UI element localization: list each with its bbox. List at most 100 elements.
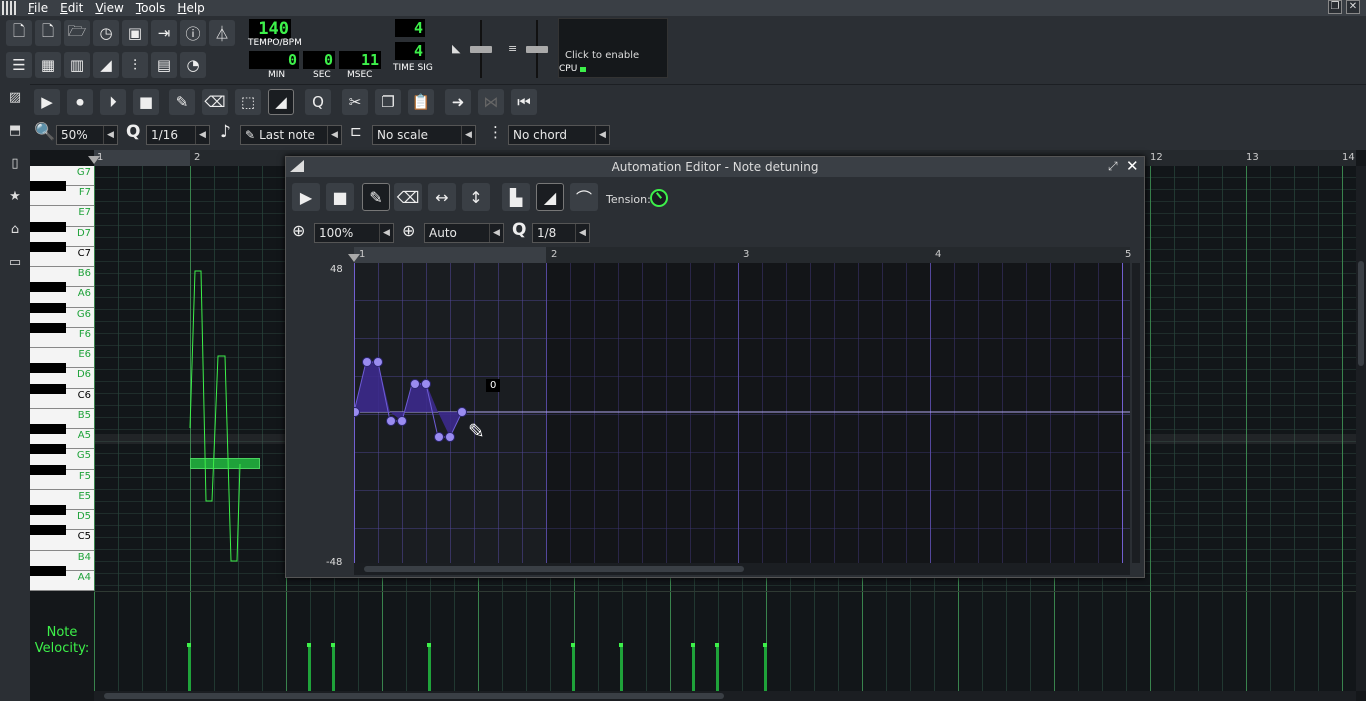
song-editor-button[interactable]: ☰: [6, 52, 32, 78]
root-directory-icon[interactable]: ▭: [5, 255, 25, 275]
menu-edit[interactable]: Edit: [54, 1, 89, 15]
automation-point[interactable]: [386, 416, 396, 426]
ae-play-button[interactable]: ▶: [292, 183, 320, 211]
ae-discrete-button[interactable]: ▙: [502, 183, 530, 211]
my-home-icon[interactable]: ⌂: [5, 222, 25, 242]
automation-point[interactable]: [354, 407, 360, 417]
master-pitch-slider[interactable]: ≡: [508, 20, 548, 78]
save-project-button[interactable]: ▣: [122, 20, 148, 46]
chord-combo[interactable]: No chord ◀: [508, 125, 610, 145]
open-project-button[interactable]: 🗁: [64, 20, 90, 46]
record-while-playing-button[interactable]: ⏵: [100, 89, 126, 115]
velocity-panel[interactable]: [94, 591, 1356, 692]
new-from-template-button[interactable]: 🗋: [35, 20, 61, 46]
play-button[interactable]: ▶: [34, 89, 60, 115]
piano-black-key[interactable]: [30, 525, 66, 536]
menu-file[interactable]: File: [22, 1, 54, 15]
maximize-icon[interactable]: ⤢: [1108, 159, 1118, 174]
automation-point[interactable]: [445, 432, 455, 442]
menu-tools[interactable]: Tools: [130, 1, 172, 15]
metronome-button[interactable]: ⏃: [209, 20, 235, 46]
pitch-bend-mode-button[interactable]: ◢: [268, 89, 294, 115]
ae-draw-button[interactable]: ✎: [362, 183, 390, 211]
automation-point[interactable]: [397, 416, 407, 426]
piano-black-key[interactable]: [30, 322, 66, 333]
piano-black-key[interactable]: [30, 383, 66, 394]
note-length-combo[interactable]: ✎ Last note ◀: [240, 125, 342, 145]
piano-black-key[interactable]: [30, 565, 66, 576]
menu-help[interactable]: Help: [171, 1, 210, 15]
velocity-bar[interactable]: [307, 643, 311, 692]
ae-flip-vertical-button[interactable]: ↕: [462, 183, 490, 211]
automation-point[interactable]: [362, 357, 372, 367]
follow-song-button[interactable]: ➜: [445, 89, 471, 115]
velocity-bar[interactable]: [763, 643, 767, 692]
velocity-bar[interactable]: [715, 643, 719, 692]
piano-black-key[interactable]: [30, 302, 66, 313]
instrument-plugins-icon[interactable]: ▨: [5, 90, 25, 110]
piano-black-key[interactable]: [30, 505, 66, 516]
ae-timeline[interactable]: [348, 247, 1130, 263]
ae-erase-button[interactable]: ⌫: [394, 183, 422, 211]
master-volume-slider[interactable]: ◣: [452, 20, 492, 78]
ae-linear-button[interactable]: ◢: [536, 183, 564, 211]
ae-flip-horizontal-button[interactable]: ↔: [428, 183, 456, 211]
piano-black-key[interactable]: [30, 464, 66, 475]
auto-scroll-button[interactable]: ⋈: [478, 89, 504, 115]
beat-editor-button[interactable]: ▦: [35, 52, 61, 78]
paste-button[interactable]: 📋: [408, 89, 434, 115]
ae-cubic-hermite-button[interactable]: ⌒: [570, 183, 598, 211]
project-notes-button[interactable]: ▤: [151, 52, 177, 78]
record-button[interactable]: ⏺: [67, 89, 93, 115]
export-button[interactable]: ⇥: [151, 20, 177, 46]
close-window-button[interactable]: ✕: [1346, 0, 1360, 14]
ae-vertical-scrollbar[interactable]: [1132, 263, 1140, 563]
controller-rack-button[interactable]: ◔: [180, 52, 206, 78]
close-icon[interactable]: ✕: [1126, 157, 1139, 175]
velocity-bar[interactable]: [691, 643, 695, 692]
quantize-button[interactable]: Q: [305, 89, 331, 115]
piano-keyboard[interactable]: G7 F7 E7 D7 C7 B6 A6 G6 F6 E6 D6 C6 B5 A5 G5 F5 E5 D5 C5 B4…: [30, 166, 94, 591]
ae-zoom-x-combo[interactable]: 100% ◀: [314, 223, 394, 243]
ae-zoom-y-combo[interactable]: Auto ◀: [424, 223, 504, 243]
time-sig-numerator[interactable]: 4: [395, 19, 425, 37]
cut-button[interactable]: ✂: [342, 89, 368, 115]
automation-point[interactable]: [457, 407, 467, 417]
tension-knob[interactable]: [650, 189, 668, 207]
menu-view[interactable]: View: [89, 1, 129, 15]
whats-this-button[interactable]: ⓘ: [180, 20, 206, 46]
automation-point[interactable]: [421, 379, 431, 389]
automation-point[interactable]: [410, 379, 420, 389]
my-projects-icon[interactable]: ⬒: [5, 123, 25, 143]
new-project-button[interactable]: 🗋: [6, 20, 32, 46]
restore-window-button[interactable]: ❐: [1328, 0, 1342, 14]
copy-button[interactable]: ❐: [375, 89, 401, 115]
horizontal-scrollbar[interactable]: [94, 691, 1356, 701]
tempo-display[interactable]: 140: [249, 19, 291, 39]
time-sig-denominator[interactable]: 4: [395, 42, 425, 60]
zoom-combo[interactable]: 50% ◀: [56, 125, 118, 145]
recent-projects-button[interactable]: ◷: [93, 20, 119, 46]
piano-black-key[interactable]: [30, 363, 66, 374]
draw-mode-button[interactable]: ✎: [169, 89, 195, 115]
my-samples-icon[interactable]: ▯: [5, 156, 25, 176]
ae-horizontal-scrollbar[interactable]: [354, 563, 1130, 575]
automation-editor-title[interactable]: Automation Editor - Note detuning: [286, 157, 1144, 177]
select-mode-button[interactable]: ⬚: [235, 89, 261, 115]
automation-editor-button[interactable]: ◢: [93, 52, 119, 78]
ae-quantize-combo[interactable]: 1/8 ◀: [532, 223, 590, 243]
piano-black-key[interactable]: [30, 424, 66, 435]
mixer-button[interactable]: ⫶: [122, 52, 148, 78]
scale-combo[interactable]: No scale ◀: [372, 125, 476, 145]
my-presets-icon[interactable]: ★: [5, 189, 25, 209]
velocity-bar[interactable]: [187, 643, 191, 692]
piano-black-key[interactable]: [30, 444, 66, 455]
erase-mode-button[interactable]: ⌫: [202, 89, 228, 115]
vertical-scrollbar[interactable]: [1356, 166, 1366, 691]
velocity-bar[interactable]: [331, 643, 335, 692]
stop-button[interactable]: ■: [133, 89, 159, 115]
quantize-combo[interactable]: 1/16 ◀: [146, 125, 210, 145]
piano-black-key[interactable]: [30, 241, 66, 252]
velocity-bar[interactable]: [427, 643, 431, 692]
piano-black-key[interactable]: [30, 181, 66, 192]
